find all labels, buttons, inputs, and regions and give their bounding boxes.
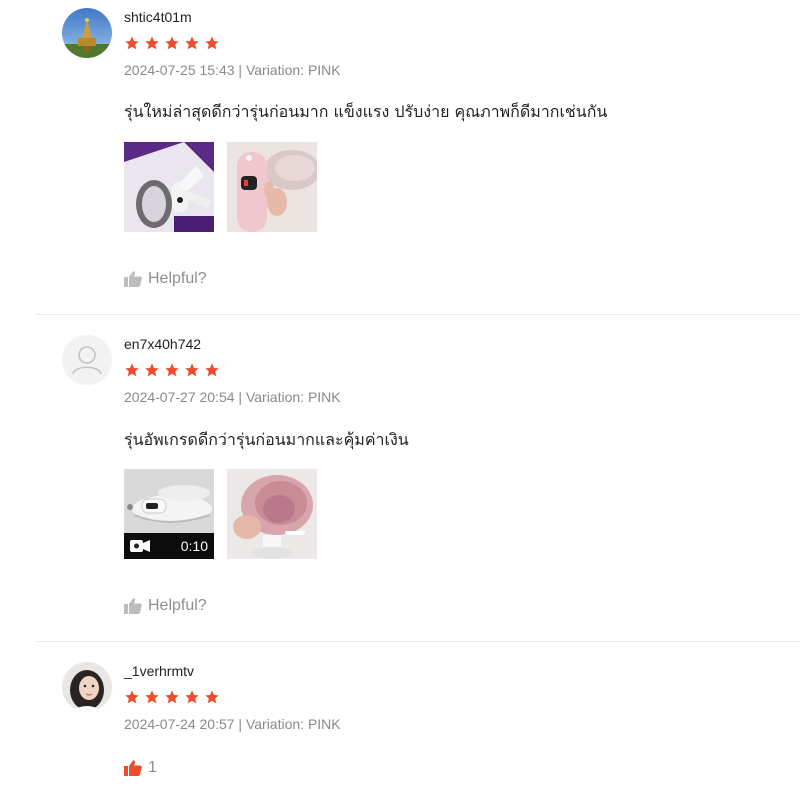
helpful-button[interactable]: Helpful? [124, 270, 207, 288]
star-icon [205, 36, 219, 50]
helpful-button[interactable]: Helpful? [124, 597, 207, 615]
review-photo[interactable] [227, 469, 317, 559]
default-user-icon [72, 346, 102, 375]
star-icon [145, 363, 159, 377]
helpful-label: Helpful? [148, 270, 207, 287]
star-icon [205, 690, 219, 704]
helpful-label: Helpful? [148, 597, 207, 614]
avatar[interactable] [62, 8, 112, 58]
star-icon [185, 36, 199, 50]
star-icon [165, 363, 179, 377]
star-icon [205, 363, 219, 377]
star-icon [125, 690, 139, 704]
review-video[interactable]: 0:10 [124, 469, 214, 559]
divider [36, 641, 800, 642]
star-icon [185, 690, 199, 704]
star-rating [124, 689, 220, 705]
video-camera-icon [130, 540, 150, 552]
star-icon [145, 690, 159, 704]
username[interactable]: shtic4t01m [124, 9, 192, 25]
thumbs-up-icon [124, 760, 142, 776]
helpful-button[interactable]: 1 [124, 759, 157, 777]
star-rating [124, 362, 220, 378]
username[interactable]: en7x40h742 [124, 336, 201, 352]
review-meta: 2024-07-25 15:43 | Variation: PINK [124, 62, 341, 78]
star-icon [165, 36, 179, 50]
review-meta: 2024-07-24 20:57 | Variation: PINK [124, 716, 341, 732]
review-meta: 2024-07-27 20:54 | Variation: PINK [124, 389, 341, 405]
thumbs-up-icon [124, 271, 142, 287]
helpful-count: 1 [148, 759, 157, 776]
review-text: รุ่นใหม่ล่าสุดดีกว่ารุ่นก่อนมาก แข็งแรง … [124, 102, 608, 121]
avatar[interactable] [62, 335, 112, 385]
review-text: รุ่นอัพเกรดดีกว่ารุ่นก่อนมากและคุ้มค่าเง… [124, 430, 409, 449]
review-photo[interactable] [124, 142, 214, 232]
star-icon [165, 690, 179, 704]
thumbs-up-icon [124, 598, 142, 614]
review-photo[interactable] [227, 142, 317, 232]
review-media [124, 142, 317, 232]
star-rating [124, 35, 220, 51]
video-duration: 0:10 [180, 538, 208, 554]
star-icon [145, 36, 159, 50]
avatar[interactable] [62, 662, 112, 712]
username[interactable]: _1verhrmtv [124, 663, 194, 679]
star-icon [125, 36, 139, 50]
star-icon [125, 363, 139, 377]
video-overlay: 0:10 [124, 533, 214, 559]
divider [36, 314, 800, 315]
review-media: 0:10 [124, 469, 317, 559]
star-icon [185, 363, 199, 377]
